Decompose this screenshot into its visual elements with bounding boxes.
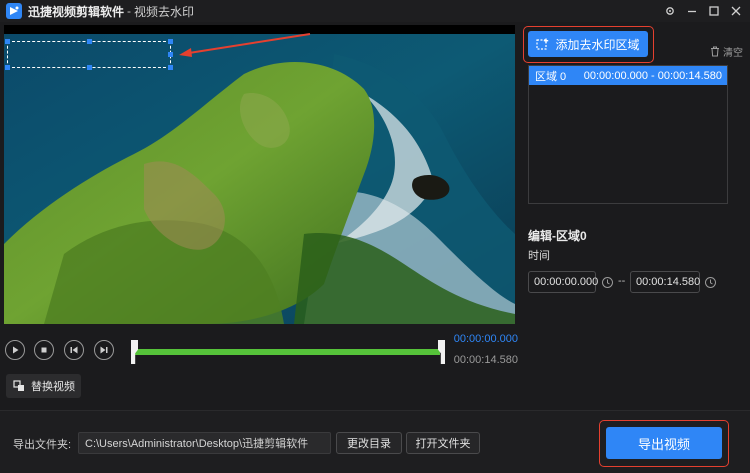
minimize-icon[interactable]	[684, 2, 700, 19]
timeline-track[interactable]	[132, 349, 440, 355]
video-preview[interactable]	[4, 34, 515, 324]
resize-handle[interactable]	[168, 65, 173, 70]
play-button[interactable]	[5, 340, 25, 360]
step-forward-icon	[100, 346, 108, 354]
stop-button[interactable]	[34, 340, 54, 360]
start-time-field[interactable]: 00:00:00.000	[528, 271, 598, 293]
settings-icon[interactable]	[662, 2, 678, 19]
replace-video-label: 替换视频	[31, 381, 75, 393]
clear-regions-button[interactable]: 清空	[710, 44, 743, 59]
app-title: 迅捷视频剪辑软件	[28, 4, 125, 19]
annotation-arrow	[179, 33, 311, 57]
edit-region-title: 编辑-区域0	[528, 229, 587, 243]
highlight-outline	[599, 420, 729, 467]
resize-handle[interactable]	[5, 65, 10, 70]
resize-handle[interactable]	[5, 39, 10, 44]
resize-handle[interactable]	[168, 52, 173, 57]
open-folder-button[interactable]: 打开文件夹	[406, 432, 480, 454]
time-label: 时间	[528, 250, 550, 262]
watermark-selection-box[interactable]	[5, 39, 173, 70]
playback-controls: 00:00:00.000 00:00:14.580	[4, 330, 518, 370]
region-name: 区域 0	[535, 70, 567, 83]
close-icon[interactable]	[728, 2, 744, 19]
total-time: 00:00:14.580	[453, 354, 518, 366]
replace-video-button[interactable]: 替换视频	[6, 374, 81, 398]
resize-handle[interactable]	[87, 39, 92, 44]
play-icon	[13, 346, 19, 354]
window-subtitle: 视频去水印	[134, 4, 195, 19]
step-back-icon	[70, 346, 78, 354]
output-folder-label: 导出文件夹:	[13, 439, 72, 451]
resize-handle[interactable]	[87, 65, 92, 70]
clear-label: 清空	[723, 48, 743, 59]
region-list: 区域 0 00:00:00.000 - 00:00:14.580	[528, 65, 728, 204]
end-time-field[interactable]: 00:00:14.580	[630, 271, 700, 293]
current-time: 00:00:00.000	[453, 333, 518, 345]
list-item[interactable]: 区域 0 00:00:00.000 - 00:00:14.580	[529, 66, 727, 85]
replace-icon	[13, 380, 24, 391]
title-bar: 迅捷视频剪辑软件 - 视频去水印	[0, 0, 750, 22]
time-range-separator: --	[618, 275, 626, 287]
resize-handle[interactable]	[168, 39, 173, 44]
next-frame-button[interactable]	[94, 340, 114, 360]
trash-icon	[711, 46, 719, 57]
reset-end-time-icon[interactable]	[704, 276, 717, 289]
stop-icon	[41, 347, 47, 353]
maximize-icon[interactable]	[706, 2, 722, 19]
output-folder-path[interactable]: C:\Users\Administrator\Desktop\迅捷剪辑软件	[78, 432, 331, 454]
title-separator: -	[127, 4, 132, 18]
change-directory-button[interactable]: 更改目录	[336, 432, 402, 454]
reset-start-time-icon[interactable]	[601, 276, 614, 289]
region-range: 00:00:00.000 - 00:00:14.580	[583, 69, 722, 82]
highlight-outline	[523, 26, 654, 63]
aerial-landscape-image	[4, 34, 515, 324]
app-logo-icon	[6, 3, 22, 19]
previous-frame-button[interactable]	[64, 340, 84, 360]
